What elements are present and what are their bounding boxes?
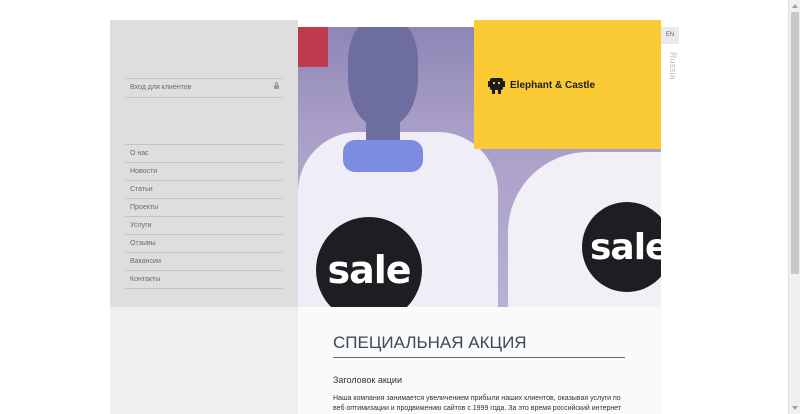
nav-item-vacancies[interactable]: Вакансии <box>125 253 283 271</box>
hero-red-accent <box>298 27 328 67</box>
nav-item-articles[interactable]: Статьи <box>125 181 283 199</box>
client-login-link[interactable]: Вход для клиентов <box>125 78 283 98</box>
main-nav: О нас Новости Статьи Проекты Услуги Отзы… <box>125 144 283 289</box>
scroll-down-arrow-icon[interactable] <box>792 406 798 410</box>
lock-icon <box>274 82 279 89</box>
nav-item-about[interactable]: О нас <box>125 145 283 163</box>
page-title: СПЕЦИАЛЬНАЯ АКЦИЯ <box>333 333 625 358</box>
elephant-logo-icon <box>488 78 505 94</box>
mannequin-head <box>348 27 418 127</box>
language-russia-link[interactable]: Russia <box>662 52 678 92</box>
nav-item-reviews[interactable]: Отзывы <box>125 235 283 253</box>
nav-item-projects[interactable]: Проекты <box>125 199 283 217</box>
brand-logo-panel[interactable]: Elephant & Castle <box>474 20 661 149</box>
brand-name: Elephant & Castle <box>510 80 596 91</box>
scrollbar-thumb[interactable] <box>791 12 799 274</box>
nav-item-news[interactable]: Новости <box>125 163 283 181</box>
scroll-up-arrow-icon[interactable] <box>792 4 798 8</box>
nav-item-services[interactable]: Услуги <box>125 217 283 235</box>
language-en-button[interactable]: EN <box>661 27 679 44</box>
promo-heading: Заголовок акции <box>333 375 402 385</box>
sidebar: Вход для клиентов О нас Новости Статьи П… <box>110 20 298 307</box>
vertical-scrollbar[interactable] <box>788 0 800 414</box>
page-top-margin <box>0 0 800 20</box>
nav-item-contacts[interactable]: Контакты <box>125 271 283 289</box>
sidebar-lower-panel <box>110 307 298 414</box>
promo-body-text: Наша компания занимается увеличением при… <box>333 395 622 412</box>
bow-tie <box>343 140 423 172</box>
client-login-label: Вход для клиентов <box>130 84 192 91</box>
